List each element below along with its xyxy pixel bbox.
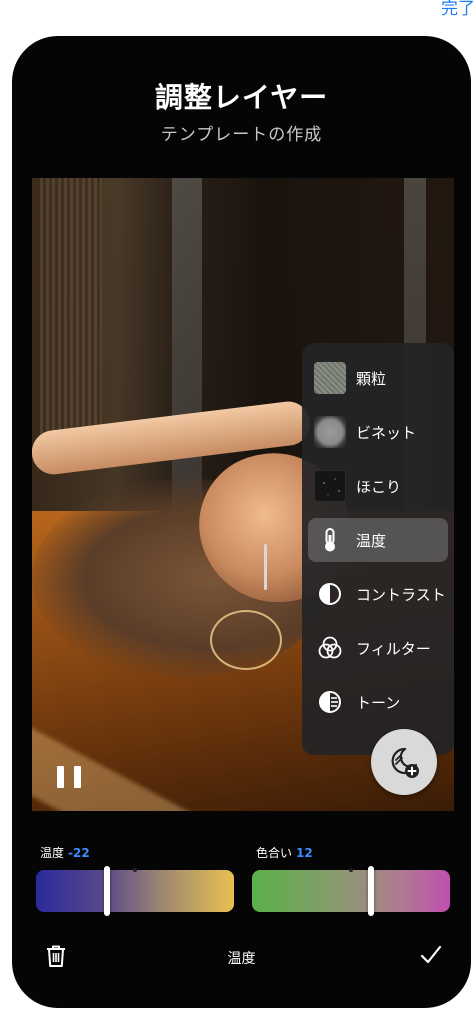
page-subtitle: テンプレートの作成: [160, 125, 323, 145]
adjustment-menu: 顆粒 ビネット ほこり 温度 コントラスト フィルター トーン: [302, 343, 454, 755]
done-link[interactable]: 完了: [441, 0, 473, 18]
menu-item-label: ビネット: [356, 423, 417, 442]
tint-value: 12: [296, 846, 313, 860]
menu-item-label: 温度: [356, 531, 387, 550]
timeline-scrubber[interactable]: [264, 544, 267, 590]
moon-plus-icon: [391, 747, 419, 778]
tone-icon: [314, 686, 346, 718]
bottom-toolbar: 温度: [12, 938, 471, 978]
menu-item-label: コントラスト: [356, 585, 446, 604]
menu-item-dust[interactable]: ほこり: [308, 464, 448, 508]
contrast-icon: [314, 578, 346, 610]
temperature-slider[interactable]: [36, 866, 234, 916]
menu-item-grain[interactable]: 顆粒: [308, 356, 448, 400]
grain-thumbnail: [314, 362, 346, 394]
confirm-button[interactable]: [420, 944, 442, 970]
page-title: 調整レイヤー: [154, 81, 329, 114]
pause-icon: [57, 766, 64, 788]
slider-center-dot: [133, 868, 137, 872]
menu-item-filter[interactable]: フィルター: [308, 626, 448, 670]
menu-item-contrast[interactable]: コントラスト: [308, 572, 448, 616]
header: 調整レイヤー テンプレートの作成: [12, 80, 471, 145]
menu-item-label: ほこり: [356, 477, 402, 496]
tint-slider-thumb[interactable]: [367, 866, 374, 916]
add-adjustment-button[interactable]: [371, 729, 437, 795]
dust-thumbnail: [314, 470, 346, 502]
pause-button[interactable]: [57, 766, 81, 790]
menu-item-vignette[interactable]: ビネット: [308, 410, 448, 454]
menu-item-label: フィルター: [356, 639, 431, 658]
tint-label: 色合い 12: [256, 846, 313, 860]
temperature-value: -22: [68, 846, 90, 860]
bottom-title: 温度: [227, 951, 256, 967]
thermometer-icon: [314, 524, 346, 556]
temperature-slider-thumb[interactable]: [104, 866, 111, 916]
temperature-label: 温度 -22: [40, 846, 90, 860]
editor-screen: 調整レイヤー テンプレートの作成 顆粒 ビネット ほこり 温度 コントラスト フ…: [12, 36, 471, 1008]
menu-item-label: 顆粒: [356, 369, 387, 388]
menu-item-tone[interactable]: トーン: [308, 680, 448, 724]
vignette-thumbnail: [314, 416, 346, 448]
tint-slider[interactable]: [252, 866, 450, 916]
checkmark-icon: [420, 945, 442, 964]
filter-circles-icon: [314, 632, 346, 664]
menu-item-label: トーン: [356, 693, 401, 712]
slider-center-dot: [349, 868, 353, 872]
menu-item-temperature[interactable]: 温度: [308, 518, 448, 562]
